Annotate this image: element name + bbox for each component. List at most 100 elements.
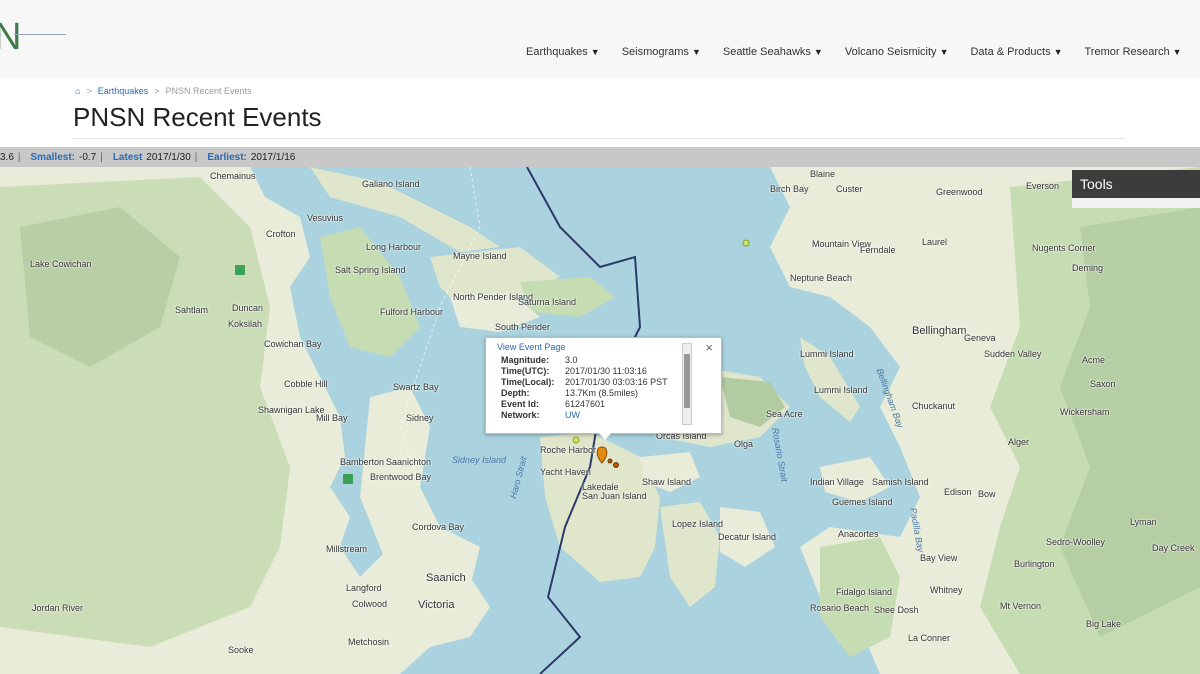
chevron-down-icon: ▼ bbox=[813, 47, 823, 57]
nav-tremor-research[interactable]: Tremor Research ▼ bbox=[1085, 46, 1182, 58]
event-marker-minor bbox=[607, 458, 613, 464]
map-label: Cobble Hill bbox=[284, 379, 328, 389]
map-label: Fidalgo Island bbox=[836, 587, 893, 597]
map-label: Lopez Island bbox=[672, 519, 724, 529]
map-label: Shaw Island bbox=[642, 477, 692, 487]
nav-seismograms[interactable]: Seismograms ▼ bbox=[622, 46, 701, 58]
detail-key: Time(UTC): bbox=[501, 366, 550, 376]
map-label: Millstream bbox=[326, 544, 368, 554]
map-label: Shee Dosh bbox=[874, 605, 919, 615]
close-icon[interactable]: × bbox=[705, 340, 713, 355]
nav-volcano-seismicity[interactable]: Volcano Seismicity ▼ bbox=[845, 46, 949, 58]
map-label: Vesuvius bbox=[307, 213, 344, 223]
nav-label: Data & Products bbox=[970, 46, 1051, 58]
detail-value: 2017/01/30 11:03:16 bbox=[565, 366, 647, 376]
detail-row: Depth: 13.7Km (8.5miles) bbox=[501, 388, 668, 399]
map-label: Sea Acre bbox=[766, 409, 803, 419]
chevron-down-icon: ▼ bbox=[1053, 47, 1063, 57]
view-event-page-link[interactable]: View Event Page bbox=[497, 342, 565, 352]
smallest-value: -0.7 bbox=[78, 151, 97, 163]
map-label: Cowichan Bay bbox=[264, 339, 322, 349]
map-label: Whitney bbox=[930, 585, 963, 595]
network-link[interactable]: UW bbox=[565, 410, 668, 421]
detail-key: Depth: bbox=[501, 388, 530, 398]
tools-panel-toggle[interactable]: Tools bbox=[1072, 170, 1200, 208]
map-label: Fulford Harbour bbox=[380, 307, 444, 317]
smallest-label: Smallest: bbox=[30, 151, 75, 163]
map-label: Olga bbox=[734, 439, 754, 449]
event-map[interactable]: Chemainus Galiano Island Crofton Vesuviu… bbox=[0, 167, 1200, 674]
map-label: Crofton bbox=[266, 229, 296, 239]
detail-row: Magnitude: 3.0 bbox=[501, 355, 668, 366]
map-label: Samish Island bbox=[872, 477, 929, 487]
map-label: Galiano Island bbox=[362, 179, 420, 189]
popup-scrollbar[interactable] bbox=[682, 343, 692, 425]
park-marker bbox=[235, 265, 245, 275]
detail-row: Time(Local): 2017/01/30 03:03:16 PST bbox=[501, 377, 668, 388]
detail-key: Time(Local): bbox=[501, 377, 555, 387]
detail-row: Time(UTC): 2017/01/30 11:03:16 bbox=[501, 366, 668, 377]
map-label: Metchosin bbox=[348, 637, 390, 647]
tools-label: Tools bbox=[1080, 176, 1113, 192]
map-label: Laurel bbox=[922, 237, 948, 247]
event-marker-minor bbox=[613, 462, 619, 468]
map-label: Sahtlam bbox=[175, 305, 209, 315]
nav-label: Tremor Research bbox=[1084, 46, 1170, 58]
map-label: La Conner bbox=[908, 633, 951, 643]
map-label: Mayne Island bbox=[453, 251, 507, 261]
title-divider bbox=[73, 138, 1125, 139]
map-label: San Juan Island bbox=[582, 491, 647, 501]
map-label: Decatur Island bbox=[718, 532, 777, 542]
lopez-island bbox=[660, 502, 720, 607]
nav-label: Seismograms bbox=[621, 46, 689, 58]
map-label: Bamberton bbox=[340, 457, 385, 467]
map-label: Shawnigan Lake bbox=[258, 405, 325, 415]
map-label: Chemainus bbox=[210, 171, 256, 181]
map-label: Saanich bbox=[426, 572, 466, 584]
stats-separator: | bbox=[100, 151, 103, 163]
site-header: N Earthquakes ▼ Seismograms ▼ Seattle Seah… bbox=[0, 0, 1200, 78]
map-label: Nugents Corner bbox=[1032, 243, 1096, 253]
breadcrumb: ⌂ > Earthquakes > PNSN Recent Events bbox=[75, 86, 252, 96]
popup-pointer bbox=[598, 432, 612, 440]
map-label: Ferndale bbox=[860, 245, 896, 255]
map-label: Day Creek bbox=[1152, 543, 1195, 553]
home-icon[interactable]: ⌂ bbox=[75, 86, 80, 96]
map-label: Sudden Valley bbox=[984, 349, 1042, 359]
largest-value: 3.6 bbox=[0, 151, 14, 163]
map-label: Lummi Island bbox=[814, 385, 868, 395]
scrollbar-thumb[interactable] bbox=[684, 354, 690, 408]
detail-row: Event Id: 61247601 bbox=[501, 399, 668, 410]
pnsn-logo[interactable]: N bbox=[0, 16, 70, 62]
nav-label: Seattle Seahawks bbox=[722, 46, 811, 58]
map-label: Saturna Island bbox=[518, 297, 577, 307]
map-label: Deming bbox=[1072, 263, 1104, 273]
map-label: Greenwood bbox=[936, 187, 983, 197]
map-label: Wickersham bbox=[1060, 407, 1110, 417]
map-label: Bow bbox=[978, 489, 996, 499]
map-label: Roche Harbor bbox=[540, 445, 597, 455]
page-title: PNSN Recent Events bbox=[73, 102, 322, 132]
chevron-down-icon: ▼ bbox=[939, 47, 949, 57]
main-nav: Earthquakes ▼ Seismograms ▼ Seattle Seahaw… bbox=[526, 46, 1200, 58]
map-label: Everson bbox=[1026, 181, 1060, 191]
nav-data-products[interactable]: Data & Products ▼ bbox=[970, 46, 1062, 58]
map-label: Birch Bay bbox=[770, 184, 809, 194]
earliest-label: Earliest: bbox=[207, 151, 247, 163]
earliest-value: 2017/1/16 bbox=[250, 151, 296, 163]
map-label: Acme bbox=[1082, 355, 1106, 365]
map-label: Koksilah bbox=[228, 319, 263, 329]
nav-earthquakes[interactable]: Earthquakes ▼ bbox=[526, 46, 600, 58]
logo-tagline-line bbox=[14, 34, 66, 38]
nav-seattle-seahawks[interactable]: Seattle Seahawks ▼ bbox=[723, 46, 823, 58]
map-label: Cordova Bay bbox=[412, 522, 465, 532]
breadcrumb-separator: > bbox=[86, 86, 92, 96]
event-popup: View Event Page × Magnitude: 3.0 Time(UTC… bbox=[485, 337, 722, 440]
map-label: Sidney bbox=[406, 413, 434, 423]
map-label: Geneva bbox=[964, 333, 996, 343]
map-label: Lake Cowichan bbox=[30, 259, 92, 269]
tools-panel-body bbox=[1072, 198, 1200, 208]
detail-key: Event Id: bbox=[501, 399, 540, 409]
event-details-table: Magnitude: 3.0 Time(UTC): 2017/01/30 11:03… bbox=[501, 355, 668, 421]
breadcrumb-earthquakes[interactable]: Earthquakes bbox=[98, 86, 149, 96]
